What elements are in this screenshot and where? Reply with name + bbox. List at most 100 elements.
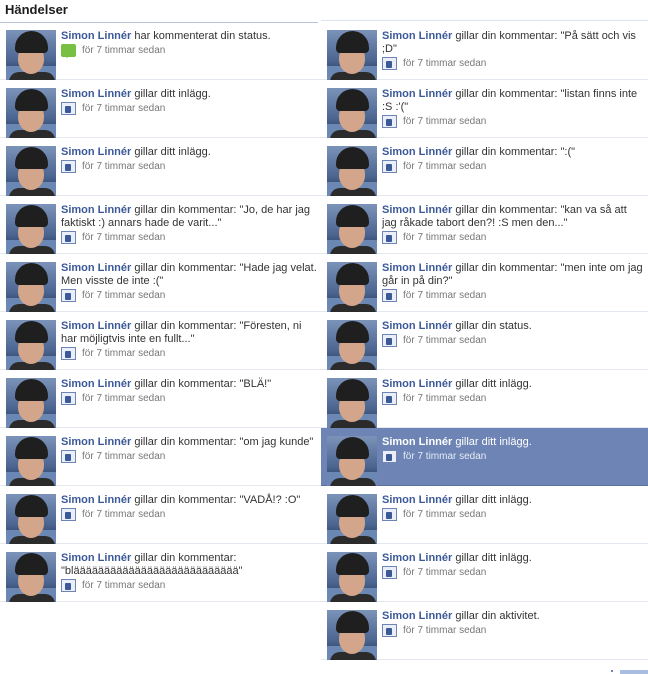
timestamp[interactable]: för 7 timmar sedan [82,508,165,521]
avatar[interactable] [327,320,377,370]
user-name-link[interactable]: Simon Linnér [61,30,131,42]
avatar[interactable] [327,262,377,312]
user-name-link[interactable]: Simon Linnér [382,436,452,448]
like-icon [382,334,397,347]
user-name-link[interactable]: Simon Linnér [382,204,452,216]
like-icon [382,450,397,463]
user-name-link[interactable]: Simon Linnér [382,494,452,506]
notification-action: gillar din aktivitet. [452,610,540,622]
avatar-beanie [15,379,48,401]
timestamp[interactable]: för 7 timmar sedan [82,289,165,302]
user-name-link[interactable]: Simon Linnér [382,610,452,622]
timestamp[interactable]: för 7 timmar sedan [82,347,165,360]
avatar[interactable] [327,88,377,138]
avatar[interactable] [327,146,377,196]
notification-text: Simon Linnér gillar din status. för 7 tim… [382,320,644,347]
notification-item[interactable]: Simon Linnér har kommenterat din status.… [0,22,321,80]
user-name-link[interactable]: Simon Linnér [61,262,131,274]
avatar[interactable] [6,320,56,370]
notification-item[interactable]: Simon Linnér gillar din kommentar: "VADÅ… [0,486,321,544]
user-name-link[interactable]: Simon Linnér [382,262,452,274]
user-name-link[interactable]: Simon Linnér [61,204,131,216]
avatar[interactable] [327,436,377,486]
timestamp[interactable]: för 7 timmar sedan [403,289,486,302]
timestamp[interactable]: för 7 timmar sedan [82,450,165,463]
notification-item[interactable]: Simon Linnér gillar ditt inlägg. för 7 ti… [321,428,648,486]
timestamp[interactable]: för 7 timmar sedan [403,624,486,637]
timestamp[interactable]: för 7 timmar sedan [403,450,486,463]
avatar-beanie [336,89,369,111]
notification-item[interactable]: Simon Linnér gillar ditt inlägg. för 7 ti… [321,544,648,602]
avatar[interactable] [327,204,377,254]
user-name-link[interactable]: Simon Linnér [382,552,452,564]
avatar[interactable] [327,610,377,660]
notification-item[interactable]: Simon Linnér gillar din kommentar: "men … [321,254,648,312]
avatar-beanie [336,611,369,633]
like-icon [382,289,397,302]
notification-meta: för 7 timmar sedan [61,231,317,244]
timestamp[interactable]: för 7 timmar sedan [82,231,165,244]
notification-item[interactable]: Simon Linnér gillar din kommentar: "Hade… [0,254,321,312]
timestamp[interactable]: för 7 timmar sedan [403,160,486,173]
avatar[interactable] [6,436,56,486]
notification-item[interactable]: Simon Linnér gillar din aktivitet. för 7 … [321,602,648,660]
avatar[interactable] [6,30,56,80]
like-icon [61,450,76,463]
notification-item[interactable]: Simon Linnér gillar din status. för 7 tim… [321,312,648,370]
timestamp[interactable]: för 7 timmar sedan [403,115,486,128]
avatar-beanie [336,147,369,169]
timestamp[interactable]: för 7 timmar sedan [403,231,486,244]
user-name-link[interactable]: Simon Linnér [382,320,452,332]
timestamp[interactable]: för 7 timmar sedan [82,392,165,405]
timestamp[interactable]: för 7 timmar sedan [82,102,165,115]
notification-item[interactable]: Simon Linnér gillar ditt inlägg. för 7 ti… [0,138,321,196]
avatar[interactable] [327,552,377,602]
notification-meta: för 7 timmar sedan [382,392,644,405]
notification-item[interactable]: Simon Linnér gillar din kommentar: "BLÄ!… [0,370,321,428]
user-name-link[interactable]: Simon Linnér [61,320,131,332]
timestamp[interactable]: för 7 timmar sedan [403,566,486,579]
avatar[interactable] [6,378,56,428]
notification-item[interactable]: Simon Linnér gillar din kommentar: "kan … [321,196,648,254]
notification-item[interactable]: Simon Linnér gillar din kommentar: "På s… [321,22,648,80]
user-name-link[interactable]: Simon Linnér [61,146,131,158]
avatar[interactable] [6,146,56,196]
timestamp[interactable]: för 7 timmar sedan [82,44,165,57]
timestamp[interactable]: för 7 timmar sedan [82,160,165,173]
timestamp[interactable]: för 7 timmar sedan [403,508,486,521]
avatar-beanie [336,379,369,401]
avatar[interactable] [6,262,56,312]
user-name-link[interactable]: Simon Linnér [61,378,131,390]
user-name-link[interactable]: Simon Linnér [61,552,131,564]
user-name-link[interactable]: Simon Linnér [61,436,131,448]
user-name-link[interactable]: Simon Linnér [61,494,131,506]
avatar[interactable] [327,30,377,80]
notification-item[interactable]: Simon Linnér gillar din kommentar: "om j… [0,428,321,486]
avatar[interactable] [6,88,56,138]
avatar[interactable] [6,204,56,254]
avatar-beanie [336,31,369,53]
notification-item[interactable]: Simon Linnér gillar din kommentar: "Före… [0,312,321,370]
notification-item[interactable]: Simon Linnér gillar din kommentar: "Jo, … [0,196,321,254]
notification-item[interactable]: Simon Linnér gillar din kommentar: ":(" f… [321,138,648,196]
avatar[interactable] [6,494,56,544]
notification-item[interactable]: Simon Linnér gillar din kommentar: "blää… [0,544,321,602]
timestamp[interactable]: för 7 timmar sedan [403,57,486,70]
avatar[interactable] [327,494,377,544]
timestamp[interactable]: för 7 timmar sedan [82,579,165,592]
avatar-beanie [15,205,48,227]
user-name-link[interactable]: Simon Linnér [382,30,452,42]
user-name-link[interactable]: Simon Linnér [382,88,452,100]
user-name-link[interactable]: Simon Linnér [382,378,452,390]
notification-item[interactable]: Simon Linnér gillar ditt inlägg. för 7 ti… [321,370,648,428]
notification-meta: för 7 timmar sedan [61,450,317,463]
user-name-link[interactable]: Simon Linnér [382,146,452,158]
avatar[interactable] [327,378,377,428]
user-name-link[interactable]: Simon Linnér [61,88,131,100]
notification-item[interactable]: Simon Linnér gillar ditt inlägg. för 7 ti… [321,486,648,544]
timestamp[interactable]: för 7 timmar sedan [403,392,486,405]
avatar[interactable] [6,552,56,602]
notification-item[interactable]: Simon Linnér gillar din kommentar: "list… [321,80,648,138]
timestamp[interactable]: för 7 timmar sedan [403,334,486,347]
notification-item[interactable]: Simon Linnér gillar ditt inlägg. för 7 ti… [0,80,321,138]
